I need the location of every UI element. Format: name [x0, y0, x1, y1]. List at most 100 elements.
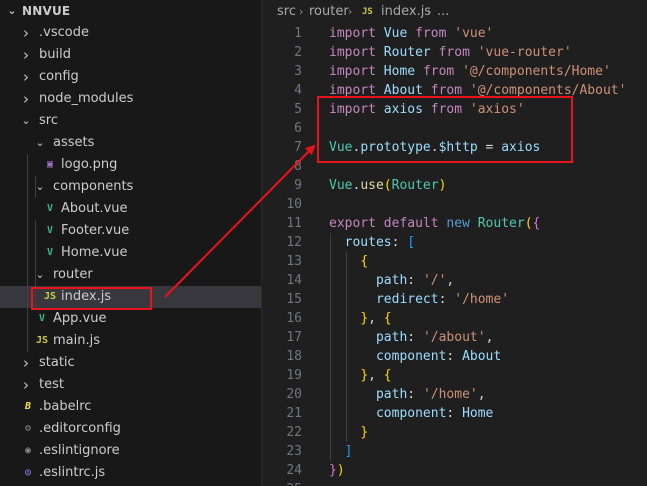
file-item[interactable]: V Home.vue [0, 242, 261, 264]
folder-item[interactable]: › static [0, 352, 261, 374]
file-item[interactable]: V Footer.vue [0, 220, 261, 242]
breadcrumb-file[interactable]: index.js [381, 0, 431, 24]
folder-item[interactable]: ⌄ src [0, 110, 261, 132]
code-editor[interactable]: src › router › JS index.js › ... 1 import… [262, 0, 647, 486]
indent-guide [35, 220, 36, 286]
code-line[interactable]: 1 import Vue from 'vue' [262, 24, 647, 43]
code-text: import axios from 'axios' [329, 100, 525, 119]
code-token: from [415, 26, 447, 41]
tree-item-label: config [39, 69, 79, 84]
code-line[interactable]: 9 Vue.use(Router) [262, 176, 647, 195]
file-item[interactable]: B .babelrc [0, 396, 261, 418]
file-item[interactable]: V About.vue [0, 198, 261, 220]
code-line[interactable]: 17 path: '/about', [262, 328, 647, 347]
folder-item[interactable]: › test [0, 374, 261, 396]
code-line[interactable]: 18 component: About [262, 347, 647, 366]
folder-item[interactable]: ⌄ router [0, 264, 261, 286]
tree-item-label: router [53, 267, 93, 282]
file-item[interactable]: ▣ logo.png [0, 154, 261, 176]
code-token: import [329, 26, 376, 41]
code-token: '/home' [454, 292, 510, 307]
code-line[interactable]: 13 { [262, 252, 647, 271]
code-text: import Router from 'vue-router' [329, 43, 572, 62]
code-token: axios [501, 140, 541, 155]
indent-guide [346, 252, 347, 442]
gear-icon: ⚙ [24, 423, 32, 434]
code-line[interactable]: 2 import Router from 'vue-router' [262, 43, 647, 62]
indent-guide [35, 286, 36, 308]
file-item[interactable]: JS index.js [0, 286, 261, 308]
folder-item[interactable]: › node_modules [0, 88, 261, 110]
code-line[interactable]: 20 path: '/home', [262, 385, 647, 404]
code-line[interactable]: 3 import Home from '@/components/Home' [262, 62, 647, 81]
file-item[interactable]: ◎ .eslintrc.js [0, 462, 261, 484]
code-line[interactable]: 25 [262, 480, 647, 486]
code-line[interactable]: 14 path: '/', [262, 271, 647, 290]
code-line[interactable]: 23 ] [262, 442, 647, 461]
code-text: import Home from '@/components/Home' [329, 62, 611, 81]
code-token: { [360, 254, 369, 269]
folder-item[interactable]: › build [0, 44, 261, 66]
chevron-right-icon: › [299, 5, 304, 18]
code-line[interactable]: 15 redirect: '/home' [262, 290, 647, 309]
code-line[interactable]: 11 export default new Router({ [262, 214, 647, 233]
line-number: 9 [294, 178, 302, 193]
folder-item[interactable]: ⌄ assets [0, 132, 261, 154]
file-item[interactable]: ⚙ .editorconfig [0, 418, 261, 440]
code-token: routes [344, 235, 392, 250]
code-token: { [383, 311, 392, 326]
tree-item-label: App.vue [53, 311, 107, 326]
code-token: $http [438, 140, 478, 155]
code-token: { [383, 368, 392, 383]
code-line[interactable]: 16 }, { [262, 309, 647, 328]
file-item[interactable]: JS main.js [0, 330, 261, 352]
folder-item[interactable]: ⌄ components [0, 176, 261, 198]
breadcrumb-src[interactable]: src [277, 0, 296, 24]
code-token: from [430, 83, 463, 98]
line-number: 24 [286, 463, 302, 478]
code-line[interactable]: 24}) [262, 461, 647, 480]
code-line[interactable]: 4 import About from '@/components/About' [262, 81, 647, 100]
code-line[interactable]: 5 import axios from 'axios' [262, 100, 647, 119]
code-token: from [430, 102, 463, 117]
code-token: Home [383, 64, 416, 79]
code-text: export default new Router({ [329, 214, 540, 233]
code-token: export [329, 216, 376, 231]
folder-item[interactable]: › config [0, 66, 261, 88]
code-token: import [329, 64, 376, 79]
breadcrumb-symbols[interactable]: ... [437, 0, 449, 24]
code-line[interactable]: 8 [262, 157, 647, 176]
breadcrumb-router[interactable]: router [309, 0, 349, 24]
code-text: import Vue from 'vue' [329, 24, 493, 43]
code-line[interactable]: 7 Vue.prototype.$http = axios [262, 138, 647, 157]
code-text: ] [329, 442, 353, 461]
code-token: redirect [375, 292, 439, 307]
code-token: path [375, 273, 408, 288]
code-line[interactable]: 19 }, { [262, 366, 647, 385]
code-line[interactable]: 12 routes: [ [262, 233, 647, 252]
line-number: 21 [286, 406, 302, 421]
code-text: routes: [ [329, 233, 415, 252]
code-text: import About from '@/components/About' [329, 81, 626, 100]
file-item[interactable]: V App.vue [0, 308, 261, 330]
code-line[interactable]: 21 component: Home [262, 404, 647, 423]
folder-item[interactable]: › .vscode [0, 22, 261, 44]
code-line[interactable]: 22 } [262, 423, 647, 442]
code-token: About [383, 83, 423, 98]
code-line[interactable]: 10 [262, 195, 647, 214]
code-line[interactable]: 6 [262, 119, 647, 138]
explorer-root[interactable]: ⌄ NNVUE [0, 0, 261, 22]
code-token: : [446, 406, 463, 421]
code-token: } [360, 368, 369, 383]
file-item[interactable]: ◉ .eslintignore [0, 440, 261, 462]
chevron-right-icon: › [23, 46, 29, 64]
